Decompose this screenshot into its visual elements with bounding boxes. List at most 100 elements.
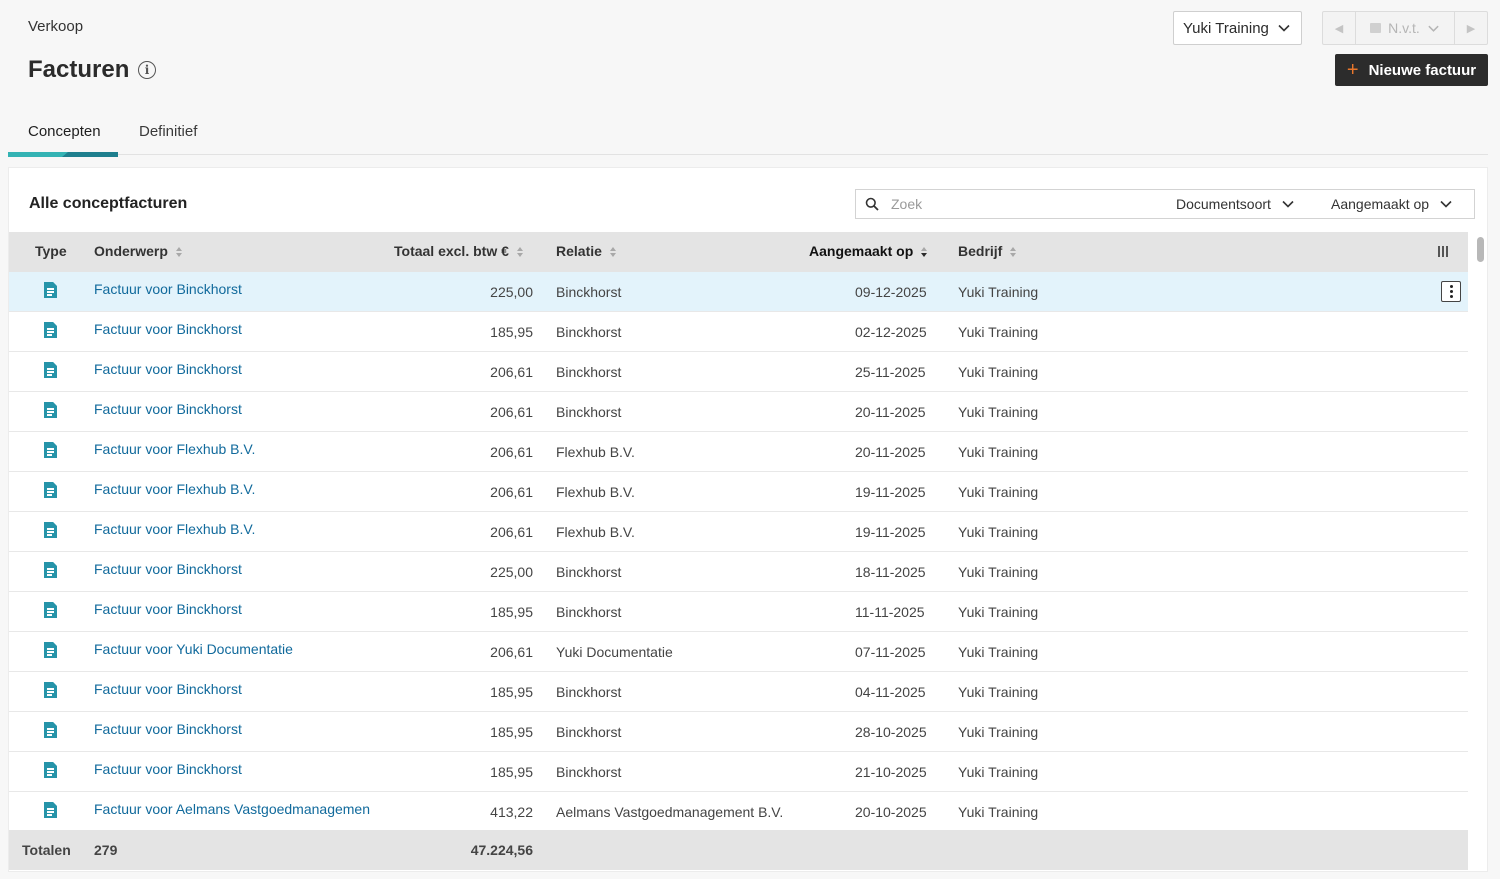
column-header-created[interactable]: Aangemaakt op — [809, 243, 928, 259]
invoice-total: 185,95 — [490, 724, 533, 740]
invoice-subject-link[interactable]: Factuur voor Binckhorst — [94, 761, 370, 777]
invoice-relation: Binckhorst — [556, 564, 622, 580]
company-select-label: Yuki Training — [1183, 19, 1269, 37]
invoice-relation: Binckhorst — [556, 764, 622, 780]
tab-bar: Concepten Definitief — [8, 118, 1488, 157]
invoice-subject-link[interactable]: Factuur voor Binckhorst — [94, 681, 370, 697]
document-icon — [44, 482, 57, 498]
invoice-company: Yuki Training — [958, 724, 1039, 740]
table-row[interactable]: Factuur voor Binckhorst 185,95 Binckhorst 0… — [9, 312, 1468, 352]
document-icon — [44, 522, 57, 538]
invoice-relation: Binckhorst — [556, 724, 622, 740]
more-vertical-icon[interactable] — [1441, 281, 1461, 302]
previous-period-button[interactable]: ◀ — [1323, 12, 1356, 44]
chevron-down-icon — [1428, 25, 1439, 32]
period-dropdown[interactable]: N.v.t. — [1356, 20, 1454, 36]
column-created-label: Aangemaakt op — [809, 243, 914, 259]
invoice-relation: Flexhub B.V. — [556, 444, 635, 460]
invoice-total: 206,61 — [490, 404, 533, 420]
columns-icon[interactable] — [1438, 246, 1448, 257]
invoice-created-date: 07-11-2025 — [855, 644, 926, 660]
tab-definitief[interactable]: Definitief — [139, 123, 197, 140]
chevron-down-icon — [1282, 200, 1294, 208]
table-row[interactable]: Factuur voor Binckhorst 185,95 Binckhorst 2… — [9, 752, 1468, 792]
invoice-company: Yuki Training — [958, 524, 1039, 540]
table-row[interactable]: Factuur voor Binckhorst 185,95 Binckhorst 0… — [9, 672, 1468, 712]
invoice-subject-link[interactable]: Factuur voor Binckhorst — [94, 401, 370, 417]
invoice-company: Yuki Training — [958, 444, 1039, 460]
invoice-subject-link[interactable]: Factuur voor Binckhorst — [94, 361, 370, 377]
invoice-relation: Flexhub B.V. — [556, 484, 635, 500]
next-period-button[interactable]: ▶ — [1454, 12, 1487, 44]
column-type-label: Type — [35, 243, 67, 259]
table-row[interactable]: Factuur voor Aelmans Vastgoedmanagement … — [9, 792, 1468, 832]
document-icon — [44, 682, 57, 698]
invoice-subject-link[interactable]: Factuur voor Aelmans Vastgoedmanagement … — [94, 801, 370, 817]
invoice-subject-link[interactable]: Factuur voor Yuki Documentatie — [94, 641, 370, 657]
table-row[interactable]: Factuur voor Binckhorst 206,61 Binckhorst 2… — [9, 352, 1468, 392]
document-icon — [44, 562, 57, 578]
document-type-label: Documentsoort — [1176, 196, 1271, 212]
invoice-subject-link[interactable]: Factuur voor Binckhorst — [94, 601, 370, 617]
table-row[interactable]: Factuur voor Yuki Documentatie 206,61 Yuki… — [9, 632, 1468, 672]
column-header-subject[interactable]: Onderwerp — [94, 243, 182, 259]
new-invoice-label: Nieuwe factuur — [1368, 61, 1477, 79]
invoice-subject-link[interactable]: Factuur voor Flexhub B.V. — [94, 481, 370, 497]
invoice-company: Yuki Training — [958, 364, 1039, 380]
table-footer: Totalen 279 47.224,56 — [9, 830, 1468, 870]
table-row[interactable]: Factuur voor Flexhub B.V. 206,61 Flexhub B… — [9, 512, 1468, 552]
table-row[interactable]: Factuur voor Binckhorst 185,95 Binckhorst 1… — [9, 592, 1468, 632]
invoice-created-date: 02-12-2025 — [855, 324, 927, 340]
chevron-down-icon — [1440, 200, 1452, 208]
invoice-relation: Binckhorst — [556, 604, 622, 620]
breadcrumb[interactable]: Verkoop — [28, 18, 83, 35]
column-header-company[interactable]: Bedrijf — [958, 243, 1017, 259]
created-on-dropdown[interactable]: Aangemaakt op — [1331, 196, 1453, 212]
company-select[interactable]: Yuki Training — [1173, 11, 1302, 45]
invoice-subject-link[interactable]: Factuur voor Binckhorst — [94, 281, 370, 297]
invoice-card: Alle conceptfacturen Documentsoort Aange… — [8, 167, 1488, 872]
column-header-total[interactable]: Totaal excl. btw € — [394, 243, 523, 259]
table-row[interactable]: Factuur voor Flexhub B.V. 206,61 Flexhub B… — [9, 432, 1468, 472]
search-icon — [865, 197, 879, 211]
new-invoice-button[interactable]: + Nieuwe factuur — [1335, 54, 1488, 86]
invoice-relation: Binckhorst — [556, 404, 622, 420]
invoice-company: Yuki Training — [958, 684, 1039, 700]
table-row[interactable]: Factuur voor Flexhub B.V. 206,61 Flexhub B… — [9, 472, 1468, 512]
invoice-total: 225,00 — [490, 564, 533, 580]
invoice-created-date: 04-11-2025 — [855, 684, 926, 700]
invoice-subject-link[interactable]: Factuur voor Flexhub B.V. — [94, 521, 370, 537]
column-header-type: Type — [35, 243, 67, 259]
invoice-subject-link[interactable]: Factuur voor Binckhorst — [94, 721, 370, 737]
invoice-created-date: 09-12-2025 — [855, 284, 927, 300]
table-row[interactable]: Factuur voor Binckhorst 225,00 Binckhorst 0… — [9, 272, 1468, 312]
sort-icon — [609, 247, 616, 257]
invoice-subject-link[interactable]: Factuur voor Flexhub B.V. — [94, 441, 370, 457]
document-icon — [44, 442, 57, 458]
table-row[interactable]: Factuur voor Binckhorst 185,95 Binckhorst 2… — [9, 712, 1468, 752]
document-icon — [44, 322, 57, 338]
invoice-company: Yuki Training — [958, 404, 1039, 420]
calendar-icon — [1370, 23, 1382, 33]
document-type-dropdown[interactable]: Documentsoort — [1176, 196, 1295, 212]
column-header-relation[interactable]: Relatie — [556, 243, 616, 259]
invoice-created-date: 20-11-2025 — [855, 404, 926, 420]
info-icon[interactable]: i — [138, 61, 156, 79]
table-row[interactable]: Factuur voor Binckhorst 206,61 Binckhorst 2… — [9, 392, 1468, 432]
invoice-created-date: 19-11-2025 — [855, 484, 926, 500]
invoice-total: 185,95 — [490, 604, 533, 620]
tab-concepten[interactable]: Concepten — [28, 123, 101, 140]
invoice-company: Yuki Training — [958, 804, 1039, 820]
table-row[interactable]: Factuur voor Binckhorst 225,00 Binckhorst 1… — [9, 552, 1468, 592]
document-icon — [44, 802, 57, 818]
scrollbar[interactable] — [1474, 232, 1488, 872]
invoice-created-date: 21-10-2025 — [855, 764, 927, 780]
scroll-thumb[interactable] — [1477, 237, 1484, 262]
invoice-subject-link[interactable]: Factuur voor Binckhorst — [94, 321, 370, 337]
search-input[interactable] — [891, 196, 1146, 212]
invoice-total: 185,95 — [490, 684, 533, 700]
sort-desc-icon — [921, 247, 928, 257]
invoice-subject-link[interactable]: Factuur voor Binckhorst — [94, 561, 370, 577]
invoice-relation: Flexhub B.V. — [556, 524, 635, 540]
table-body: Factuur voor Binckhorst 225,00 Binckhorst 0… — [9, 272, 1468, 832]
